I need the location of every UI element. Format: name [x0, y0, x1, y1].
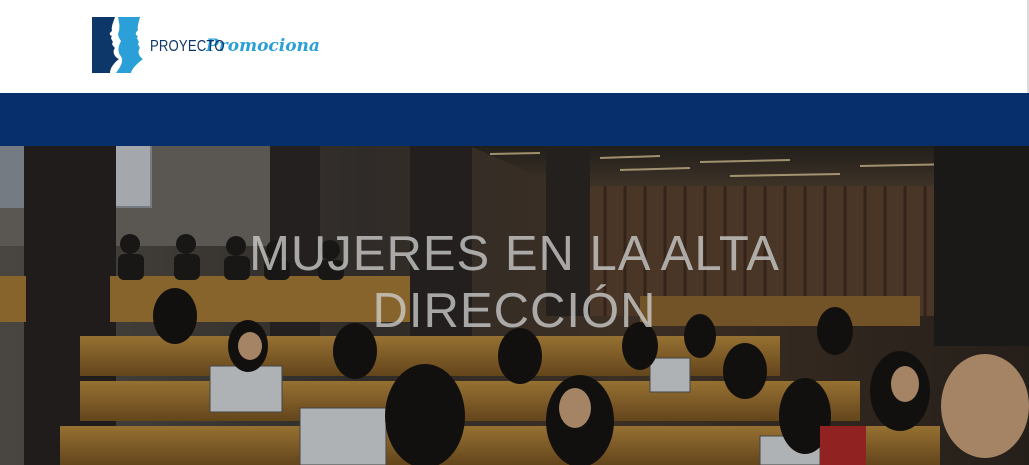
logo-word-proyecto: PROYECTO [150, 38, 225, 55]
site-header: PROYECTO Promociona [0, 0, 1029, 93]
hero-title: MUJERES EN LA ALTA DIRECCIÓN [0, 226, 1029, 340]
hero-banner: MUJERES EN LA ALTA DIRECCIÓN [0, 146, 1029, 465]
hero-title-line-2: DIRECCIÓN [372, 284, 657, 338]
main-navbar [0, 93, 1029, 146]
hero-title-line-1: MUJERES EN LA ALTA [249, 227, 780, 281]
profile-faces-logo-icon [92, 17, 143, 73]
logo-link[interactable]: PROYECTO Promociona [92, 17, 320, 73]
logo-wordmark: PROYECTO Promociona [150, 36, 320, 56]
